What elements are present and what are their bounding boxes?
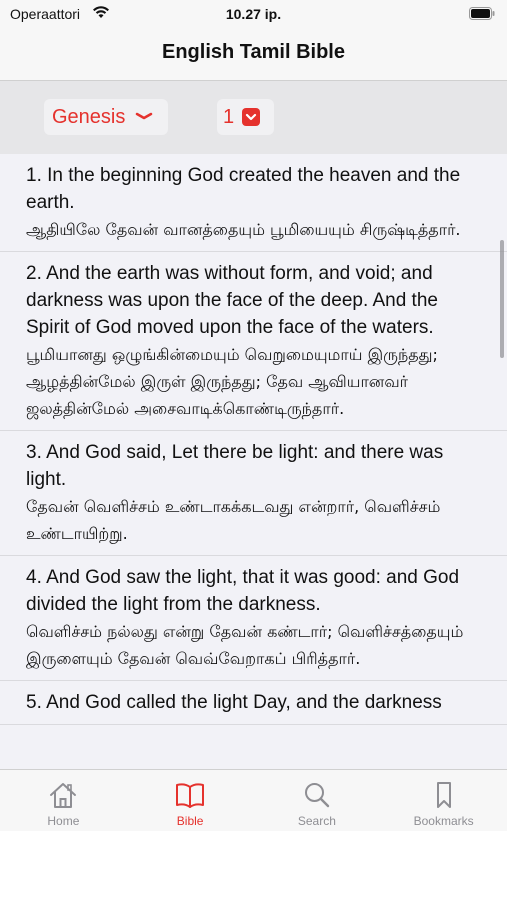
tab-label: Home xyxy=(47,814,80,828)
tab-label: Bible xyxy=(176,814,204,828)
chapter-picker[interactable]: 1 xyxy=(217,99,274,135)
tab-label: Bookmarks xyxy=(413,814,474,828)
battery-icon xyxy=(469,7,495,25)
chapter-picker-label: 1 xyxy=(223,105,235,128)
verse-tamil-text: வெளிச்சம் நல்லது என்று தேவன் கண்டார்; வெ… xyxy=(26,622,464,668)
verse-4[interactable]: 4. And God saw the light, that it was go… xyxy=(0,556,507,681)
book-picker[interactable]: Genesis xyxy=(44,99,168,135)
bookmark-icon xyxy=(429,780,459,815)
tab-bookmarks[interactable]: Bookmarks xyxy=(380,770,507,831)
search-icon xyxy=(302,780,332,815)
scrollbar[interactable] xyxy=(500,240,504,358)
navigation-bar: English Tamil Bible xyxy=(0,30,507,81)
verse-english-text: 5. And God called the light Day, and the… xyxy=(26,692,442,713)
home-icon xyxy=(48,780,78,815)
status-bar: Operaattori 10.27 ip. xyxy=(0,0,507,30)
tab-search[interactable]: Search xyxy=(254,770,381,831)
verse-tamil-text: பூமியானது ஒழுங்கின்மையும் வெறுமையுமாய் இ… xyxy=(26,345,438,418)
picker-bar: Genesis 1 xyxy=(0,81,507,154)
status-time: 10.27 ip. xyxy=(225,6,282,22)
verse-english-text: 1. In the beginning God created the heav… xyxy=(26,165,461,213)
verse-5[interactable]: 5. And God called the light Day, and the… xyxy=(0,681,507,725)
verse-1[interactable]: 1. In the beginning God created the heav… xyxy=(0,154,507,252)
dropdown-arrow-icon xyxy=(242,108,261,126)
page-title: English Tamil Bible xyxy=(162,41,345,63)
book-icon xyxy=(174,780,206,815)
verse-tamil-text: ஆதியிலே தேவன் வானத்தையும் பூமியையும் சிர… xyxy=(26,220,461,239)
verse-english-text: 3. And God said, Let there be light: and… xyxy=(26,442,444,490)
home-indicator-area xyxy=(0,831,507,900)
chevron-down-icon xyxy=(135,108,153,126)
verse-english-text: 2. And the earth was without form, and v… xyxy=(26,263,438,338)
verse-3[interactable]: 3. And God said, Let there be light: and… xyxy=(0,431,507,556)
tab-home[interactable]: Home xyxy=(0,770,127,831)
tab-label: Search xyxy=(297,814,336,828)
book-picker-label: Genesis xyxy=(52,105,126,128)
verse-english-text: 4. And God saw the light, that it was go… xyxy=(26,567,460,615)
tab-bar: Home Bible Search Bookmarks xyxy=(0,769,507,831)
verse-2[interactable]: 2. And the earth was without form, and v… xyxy=(0,252,507,431)
verse-tamil-text: தேவன் வெளிச்சம் உண்டாகக்கடவது என்றார், வ… xyxy=(26,497,441,543)
verse-list[interactable]: 1. In the beginning God created the heav… xyxy=(0,154,507,769)
tab-bible[interactable]: Bible xyxy=(127,770,254,831)
